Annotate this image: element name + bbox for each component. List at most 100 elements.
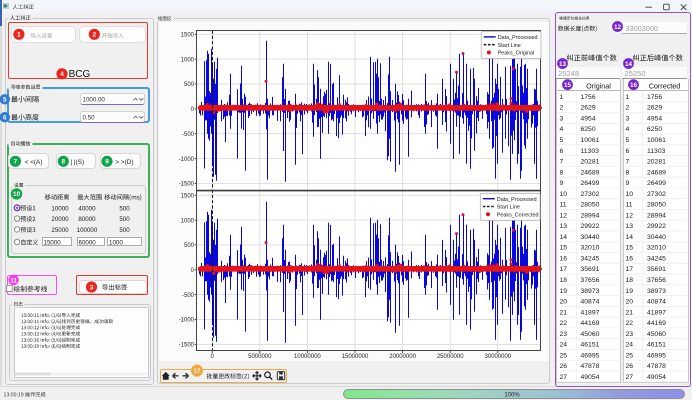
svg-text:4: 4 [560,126,564,133]
svg-text:12: 12 [626,212,634,219]
svg-text:6: 6 [626,148,630,155]
svg-text:27: 27 [626,374,634,381]
svg-text:3: 3 [626,115,630,122]
svg-text:0.50: 0.50 [83,115,96,122]
svg-text:11: 11 [626,202,633,209]
svg-text:20000: 20000 [51,216,69,223]
svg-text:1: 1 [626,94,630,101]
svg-text:15000: 15000 [44,239,62,246]
svg-text:11303: 11303 [647,148,666,155]
svg-text:22: 22 [560,320,568,327]
svg-text:3: 3 [90,284,94,291]
svg-text:29922: 29922 [647,223,666,230]
svg-text:9: 9 [105,159,109,166]
svg-text:14: 14 [626,234,634,241]
svg-text:27302: 27302 [581,191,600,198]
svg-text:500: 500 [119,227,130,234]
svg-text:46151: 46151 [581,342,600,349]
svg-text:19: 19 [560,288,568,295]
svg-text:10: 10 [560,191,568,198]
svg-text:15: 15 [626,245,634,252]
svg-text:6: 6 [3,115,7,122]
svg-text:34245: 34245 [581,255,600,262]
svg-text:24: 24 [560,342,568,349]
svg-text:1000: 1000 [109,239,123,246]
svg-text:41897: 41897 [647,309,666,316]
svg-text:4954: 4954 [647,115,662,122]
svg-text:21: 21 [626,309,634,316]
svg-text:BCG: BCG [69,69,91,80]
svg-text:49054: 49054 [581,374,600,381]
svg-text:28994: 28994 [581,212,600,219]
svg-text:1: 1 [560,94,564,101]
svg-text:16: 16 [630,82,638,89]
svg-text:44169: 44169 [647,320,666,327]
svg-text:10061: 10061 [647,137,666,144]
svg-text:1000.00: 1000.00 [83,97,106,104]
svg-text:25250: 25250 [625,69,646,78]
svg-text:37656: 37656 [581,277,600,284]
svg-text:4954: 4954 [581,115,596,122]
svg-text:40874: 40874 [581,299,600,306]
svg-text:13: 13 [560,223,568,230]
svg-text:60000: 60000 [79,239,97,246]
svg-text:100%: 100% [504,393,520,399]
svg-text:23: 23 [560,331,568,338]
svg-text:28994: 28994 [647,212,666,219]
svg-text:45060: 45060 [581,331,600,338]
svg-text:22: 22 [626,320,634,327]
svg-text:1756: 1756 [581,94,596,101]
svg-text:30440: 30440 [647,234,666,241]
svg-text:> >(D): > >(D) [115,159,133,166]
svg-text:45060: 45060 [647,331,666,338]
svg-text:46995: 46995 [581,352,600,359]
svg-text:14: 14 [625,61,633,68]
svg-text:19: 19 [626,288,634,295]
svg-text:44169: 44169 [581,320,600,327]
svg-text:16: 16 [560,255,568,262]
svg-text:4: 4 [60,71,64,78]
svg-text:80000: 80000 [78,216,96,223]
svg-text:47878: 47878 [647,363,666,370]
svg-text:34245: 34245 [647,255,666,262]
svg-text:< <(A): < <(A) [25,159,43,166]
svg-text:11: 11 [560,202,567,209]
svg-text:32010: 32010 [581,245,600,252]
svg-text:35691: 35691 [647,266,666,273]
svg-text:18: 18 [560,277,568,284]
svg-text:11: 11 [10,277,17,284]
svg-text:2: 2 [93,32,97,39]
svg-text:100000: 100000 [77,227,98,234]
svg-text:9: 9 [626,180,630,187]
svg-text:25000: 25000 [51,227,69,234]
svg-text:28050: 28050 [581,202,600,209]
svg-text:13: 13 [559,61,567,68]
svg-text:7: 7 [14,159,18,166]
svg-text:9: 9 [560,180,564,187]
svg-text:10000: 10000 [51,205,69,212]
svg-text:47878: 47878 [581,363,600,370]
svg-text:40000: 40000 [78,205,96,212]
svg-text:5: 5 [626,137,630,144]
svg-text:10: 10 [13,191,21,198]
svg-text:26: 26 [626,363,634,370]
svg-text:25: 25 [626,352,634,359]
svg-text:26499: 26499 [581,180,600,187]
svg-text:11303: 11303 [581,148,600,155]
svg-text:26499: 26499 [647,180,666,187]
svg-text:17: 17 [626,266,634,273]
svg-text:7: 7 [560,159,564,166]
svg-text:8: 8 [560,169,564,176]
svg-text:1: 1 [17,32,21,39]
svg-text:21: 21 [560,309,568,316]
svg-text:17: 17 [560,266,568,273]
svg-text:1756: 1756 [647,94,662,101]
svg-text:20: 20 [626,299,634,306]
svg-text:3: 3 [560,115,564,122]
svg-text:15: 15 [564,82,572,89]
svg-text:17: 17 [194,369,201,375]
svg-text:12: 12 [560,212,568,219]
svg-text:5: 5 [3,97,7,104]
svg-text:500: 500 [119,205,130,212]
svg-text:38973: 38973 [581,288,600,295]
